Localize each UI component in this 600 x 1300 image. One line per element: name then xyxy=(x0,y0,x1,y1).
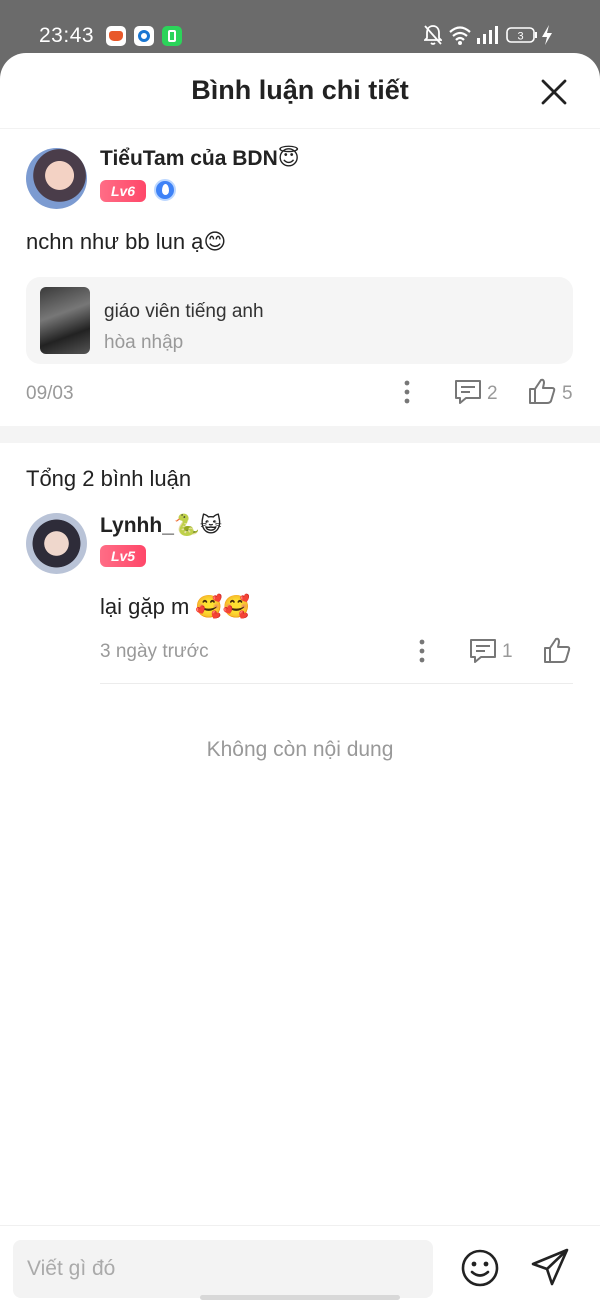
topic-subtitle: hòa nhập xyxy=(104,332,184,353)
smiley-icon[interactable] xyxy=(460,1248,500,1288)
battery-icon: 3 xyxy=(506,27,537,43)
close-icon[interactable] xyxy=(540,78,568,106)
reply-count: 1 xyxy=(502,641,513,662)
level-badge: Lv5 xyxy=(100,545,146,567)
green-app-icon xyxy=(162,26,182,46)
svg-text:3: 3 xyxy=(517,31,523,43)
home-indicator xyxy=(200,1295,400,1300)
no-more-content-label: Không còn nội dung xyxy=(206,738,394,761)
page-title: Bình luận chi tiết xyxy=(191,75,409,105)
charging-icon xyxy=(542,25,552,45)
signal-icon xyxy=(477,26,498,44)
comment-text: nchn như bb lun ạ😊 xyxy=(26,229,227,254)
reply-time: 3 ngày trước xyxy=(100,641,209,662)
reply-count: 2 xyxy=(487,383,498,404)
blue-app-icon xyxy=(134,26,154,46)
like-count: 5 xyxy=(562,383,573,404)
avatar[interactable] xyxy=(26,148,87,209)
more-options-icon[interactable] xyxy=(400,379,414,405)
comment-input[interactable] xyxy=(13,1240,433,1298)
wifi-icon xyxy=(449,26,471,45)
section-divider xyxy=(0,426,600,443)
topic-title: giáo viên tiếng anh xyxy=(104,301,264,322)
topic-thumbnail xyxy=(40,287,90,354)
comment-composer xyxy=(0,1225,600,1300)
total-comments-label: Tổng 2 bình luận xyxy=(26,466,192,491)
status-icons: 3 xyxy=(424,24,564,48)
reply-comment-icon[interactable] xyxy=(454,379,482,405)
reply-text: lại gặp m 🥰🥰 xyxy=(100,594,251,619)
reply-author-name[interactable]: Lynhh_🐍😺 xyxy=(100,513,222,538)
sheet-header: Bình luận chi tiết xyxy=(0,53,600,129)
comment-detail-sheet: Bình luận chi tiết TiểuTam của BDN😇 Lv6 … xyxy=(0,53,600,1300)
send-icon[interactable] xyxy=(530,1247,570,1287)
like-icon[interactable] xyxy=(528,377,556,405)
verified-drop-icon xyxy=(154,179,176,201)
comment-author-name[interactable]: TiểuTam của BDN😇 xyxy=(100,146,300,171)
bell-off-icon xyxy=(424,25,442,45)
avatar[interactable] xyxy=(26,513,87,574)
status-time: 23:43 xyxy=(39,24,95,47)
topic-card[interactable]: giáo viên tiếng anh hòa nhập xyxy=(26,277,573,364)
reply-divider xyxy=(100,683,573,684)
level-badge: Lv6 xyxy=(100,180,146,202)
reply-comment-icon[interactable] xyxy=(469,638,497,664)
more-options-icon[interactable] xyxy=(415,638,429,664)
comment-date: 09/03 xyxy=(26,383,74,404)
orange-app-icon xyxy=(106,26,126,46)
like-icon[interactable] xyxy=(543,636,571,664)
